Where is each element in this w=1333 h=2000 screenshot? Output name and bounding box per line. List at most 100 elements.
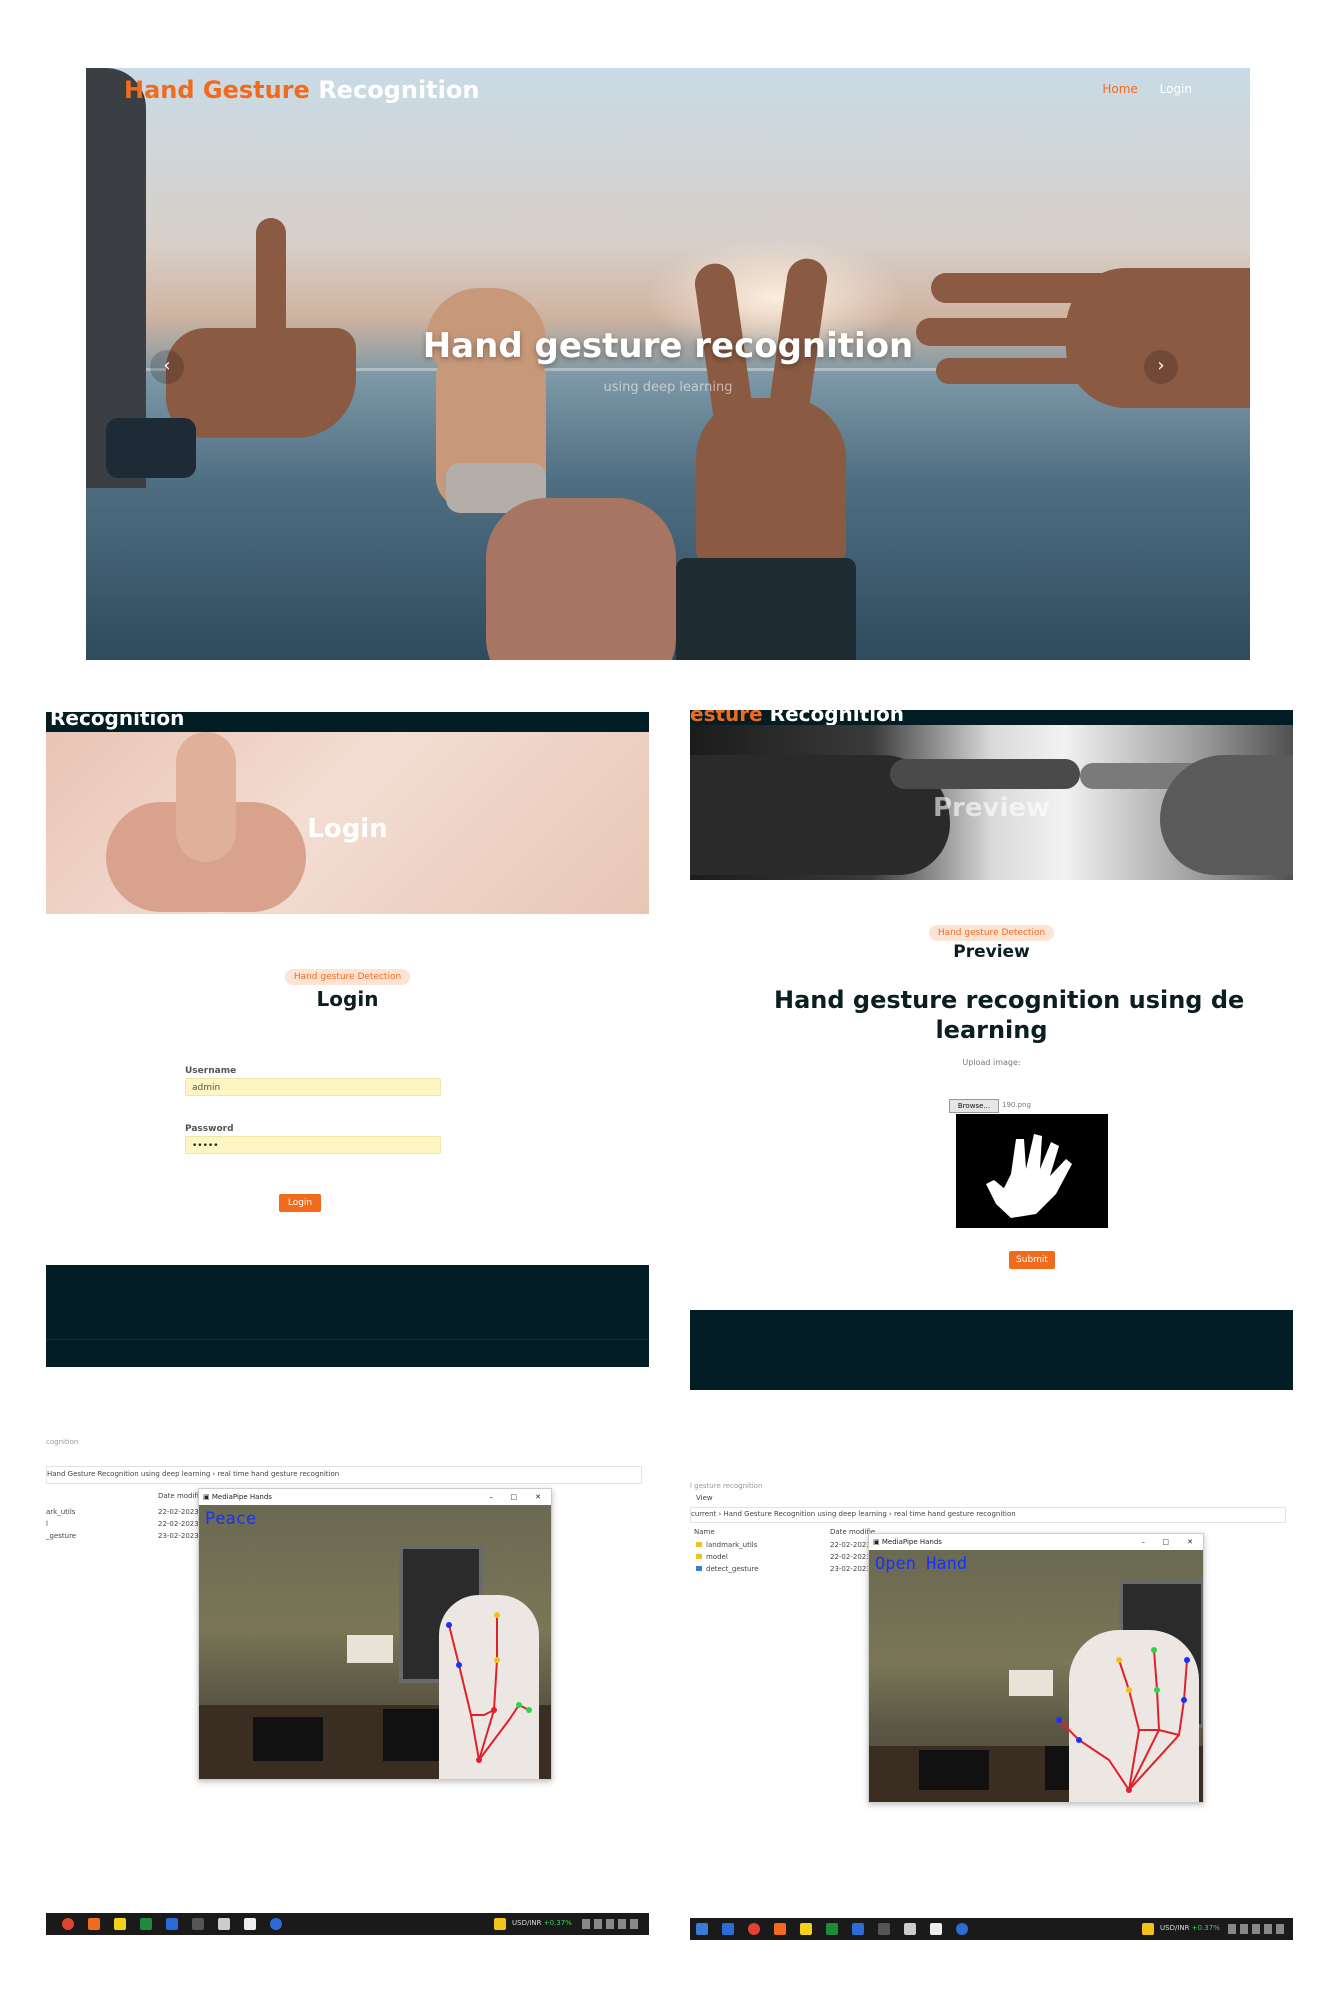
hand-silhouette-icon: [986, 1134, 1072, 1218]
explorer-path: Hand Gesture Recognition using deep lear…: [47, 1470, 340, 1478]
explorer-file-name[interactable]: model: [706, 1553, 728, 1561]
nav-login[interactable]: Login: [1160, 82, 1192, 96]
chrome-icon[interactable]: [748, 1923, 760, 1935]
brand-part-1: Hand Gesture: [124, 76, 310, 104]
taskbar-app-icon[interactable]: [930, 1923, 942, 1935]
explorer-file-name[interactable]: ark_utils: [46, 1508, 75, 1516]
explorer-file-date: 23-02-2023: [158, 1532, 199, 1540]
close-icon[interactable]: ✕: [1187, 1534, 1193, 1550]
explorer-file-date: 23-02-2023: [830, 1565, 871, 1573]
system-tray-icons[interactable]: [1228, 1924, 1288, 1934]
header-brand-part-1: esture: [690, 710, 763, 726]
selected-file-name: 190.png: [1002, 1101, 1031, 1109]
mediapipe-title: MediaPipe Hands: [881, 1538, 942, 1546]
hero-subtitle: using deep learning: [603, 380, 733, 395]
taskbar-app-icon[interactable]: [88, 1918, 100, 1930]
currency-pair: USD/INR: [1160, 1924, 1190, 1932]
taskbar-app-icon[interactable]: [800, 1923, 812, 1935]
taskbar-app-icon[interactable]: [852, 1923, 864, 1935]
explorer-column-name: Name: [694, 1528, 715, 1536]
header-brand-text: Recognition: [50, 712, 185, 730]
maximize-icon[interactable]: □: [1162, 1534, 1169, 1550]
explorer-file-name[interactable]: _gesture: [46, 1532, 76, 1540]
username-label: Username: [185, 1066, 237, 1076]
login-button[interactable]: Login: [279, 1194, 321, 1212]
submit-button[interactable]: Submit: [1009, 1251, 1055, 1269]
explorer-address-bar[interactable]: Hand Gesture Recognition using deep lear…: [46, 1466, 642, 1484]
explorer-file-name[interactable]: l: [46, 1520, 48, 1528]
taskbar-app-icon[interactable]: [218, 1918, 230, 1930]
desktop-screenshot-peace: cognition Hand Gesture Recognition using…: [46, 1436, 649, 1936]
monitor: [253, 1717, 323, 1761]
header-brand-text: esture Recognition: [690, 710, 904, 726]
explorer-caption: l gesture recognition: [690, 1482, 763, 1490]
mediapipe-title: MediaPipe Hands: [211, 1493, 272, 1501]
hand-landmarks-overlay: [1056, 1647, 1190, 1793]
uploaded-image-preview: [956, 1114, 1108, 1228]
wall-switchboard: [347, 1635, 393, 1663]
windows-taskbar: USD/INR +0.37%: [690, 1918, 1293, 1940]
preview-title-line-2: learning: [935, 1016, 1048, 1044]
preview-banner: Preview: [690, 725, 1293, 880]
nav-home[interactable]: Home: [1102, 82, 1137, 96]
footer-divider: [46, 1339, 649, 1340]
explorer-file-date: 22-02-2023: [830, 1541, 871, 1549]
gesture-label: Peace: [205, 1509, 257, 1529]
taskbar-app-icon[interactable]: [114, 1918, 126, 1930]
explorer-address-bar[interactable]: current › Hand Gesture Recognition using…: [690, 1507, 1286, 1523]
window-app-icon: ▣: [203, 1493, 210, 1501]
login-footer: [46, 1265, 649, 1367]
currency-ticker: USD/INR +0.37%: [512, 1919, 572, 1927]
currency-ticker: USD/INR +0.37%: [1160, 1924, 1220, 1932]
taskbar-app-icon[interactable]: [244, 1918, 256, 1930]
taskbar-app-icon[interactable]: [904, 1923, 916, 1935]
preview-page-screenshot: esture Recognition Preview Hand gesture …: [690, 710, 1293, 1390]
chrome-icon[interactable]: [62, 1918, 74, 1930]
explorer-menu-view[interactable]: View: [696, 1494, 713, 1502]
explorer-file-date: 22-02-2023: [830, 1553, 871, 1561]
browse-button[interactable]: Browse...: [949, 1099, 999, 1113]
taskbar-app-icon[interactable]: [696, 1923, 708, 1935]
preview-footer: [690, 1310, 1293, 1390]
password-label: Password: [185, 1124, 234, 1134]
black-watch-strap: [676, 558, 856, 660]
taskbar-app-icon[interactable]: [166, 1918, 178, 1930]
explorer-file-name[interactable]: detect_gesture: [706, 1565, 759, 1573]
taskbar-app-icon[interactable]: [826, 1923, 838, 1935]
explorer-caption: cognition: [46, 1438, 79, 1446]
banner-title: Login: [307, 814, 388, 844]
explorer-file-date: 22-02-2023: [158, 1520, 199, 1528]
hand-landmarks-overlay: [446, 1612, 532, 1763]
taskbar-app-icon[interactable]: [270, 1918, 282, 1930]
banner-title: Preview: [932, 793, 1051, 823]
minimize-icon[interactable]: –: [490, 1489, 494, 1505]
hero-title: Hand gesture recognition: [422, 326, 914, 366]
mediapipe-window[interactable]: ▣ MediaPipe Hands – □ ✕ Peace: [198, 1488, 552, 1780]
mediapipe-window[interactable]: ▣ MediaPipe Hands – □ ✕ Open Hand: [868, 1533, 1204, 1803]
folder-icon: [696, 1542, 702, 1547]
wristwatch: [106, 418, 196, 478]
taskbar-app-icon[interactable]: [774, 1923, 786, 1935]
python-file-icon: [696, 1566, 702, 1571]
weather-icon: [494, 1918, 506, 1930]
maximize-icon[interactable]: □: [510, 1489, 517, 1505]
taskbar-app-icon[interactable]: [722, 1923, 734, 1935]
preview-header-bar: esture Recognition: [690, 710, 1293, 726]
minimize-icon[interactable]: –: [1142, 1534, 1146, 1550]
login-banner: Login: [46, 732, 649, 914]
system-tray-icons[interactable]: [582, 1919, 642, 1929]
monitor: [919, 1750, 989, 1790]
login-header-bar: Recognition: [46, 712, 649, 732]
taskbar-app-icon[interactable]: [878, 1923, 890, 1935]
username-field[interactable]: admin: [185, 1078, 441, 1096]
brand-logo[interactable]: Hand Gesture Recognition: [124, 76, 479, 104]
taskbar-app-icon[interactable]: [140, 1918, 152, 1930]
camera-feed: Open Hand: [869, 1550, 1203, 1802]
arm: [486, 498, 676, 660]
login-page-screenshot: Recognition Login Hand gesture Detection…: [46, 712, 649, 1367]
taskbar-app-icon[interactable]: [956, 1923, 968, 1935]
close-icon[interactable]: ✕: [535, 1489, 541, 1505]
password-field[interactable]: •••••: [185, 1136, 441, 1154]
taskbar-app-icon[interactable]: [192, 1918, 204, 1930]
explorer-file-name[interactable]: landmark_utils: [706, 1541, 757, 1549]
